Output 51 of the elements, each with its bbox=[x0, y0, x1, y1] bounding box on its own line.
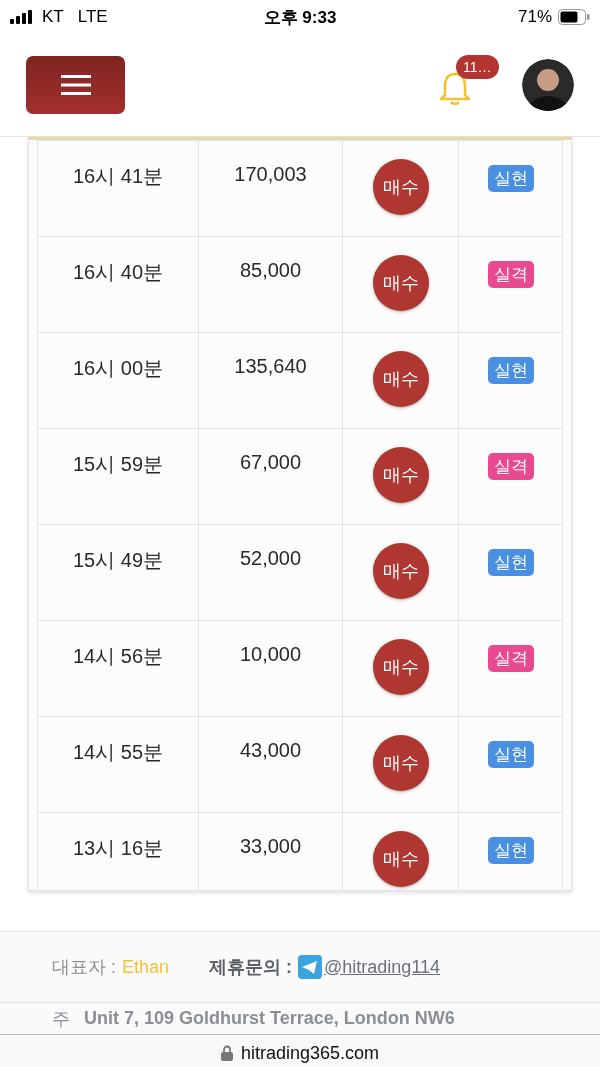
time-cell-text: 13시 16분 bbox=[72, 836, 164, 861]
bell-icon[interactable] bbox=[438, 71, 472, 107]
amount-cell: 43,000 bbox=[239, 739, 302, 762]
notification-badge: 11… bbox=[456, 55, 499, 79]
time-cell-text: 16시 41분 bbox=[72, 164, 164, 189]
result-tag: 실격 bbox=[487, 645, 534, 672]
lock-icon bbox=[220, 1045, 233, 1061]
result-tag: 실현 bbox=[487, 357, 534, 384]
time-cell-text: 16시 00분 bbox=[72, 356, 164, 381]
contact-link[interactable]: @hitrading114 bbox=[324, 956, 441, 978]
buy-button[interactable]: 매수 bbox=[372, 447, 429, 503]
buy-button[interactable]: 매수 bbox=[372, 351, 429, 407]
battery-icon bbox=[558, 9, 590, 25]
time-cell-text: 14시 56분 bbox=[72, 644, 164, 669]
ceo-label: 대표자 : bbox=[52, 956, 116, 979]
telegram-icon bbox=[298, 955, 323, 979]
time-cell-text: 16시 40분 bbox=[72, 260, 164, 285]
buy-button[interactable]: 매수 bbox=[372, 735, 429, 791]
result-tag: 실격 bbox=[487, 453, 534, 480]
battery-percent: 71% bbox=[517, 7, 552, 27]
network-type: LTE bbox=[77, 7, 108, 27]
amount-cell: 85,000 bbox=[239, 259, 302, 282]
buy-button[interactable]: 매수 bbox=[372, 831, 429, 887]
time-cell-text: 15시 49분 bbox=[72, 548, 164, 573]
amount-cell: 33,000 bbox=[239, 835, 302, 858]
address-label: 주 bbox=[52, 1007, 70, 1031]
ceo-name: Ethan bbox=[122, 956, 170, 978]
time-cell-text: 14시 55분 bbox=[72, 740, 164, 765]
menu-icon bbox=[60, 75, 91, 95]
amount-cell: 170,003 bbox=[234, 163, 307, 186]
time-cell-text: 15시 59분 bbox=[72, 452, 164, 477]
result-tag: 실현 bbox=[487, 837, 534, 864]
result-tag: 실현 bbox=[487, 741, 534, 768]
buy-button[interactable]: 매수 bbox=[372, 255, 429, 311]
buy-button[interactable]: 매수 bbox=[372, 159, 429, 215]
address-text: Unit 7, 109 Goldhurst Terrace, London NW6 bbox=[84, 1008, 455, 1029]
amount-cell: 52,000 bbox=[239, 547, 302, 570]
buy-button[interactable]: 매수 bbox=[372, 639, 429, 695]
result-tag: 실현 bbox=[487, 549, 534, 576]
result-tag: 실격 bbox=[487, 261, 534, 288]
contact-label: 제휴문의 : bbox=[209, 956, 293, 979]
avatar[interactable] bbox=[522, 59, 574, 111]
amount-cell: 135,640 bbox=[234, 355, 307, 378]
url-text[interactable]: hitrading365.com bbox=[240, 1042, 380, 1064]
amount-cell: 10,000 bbox=[239, 643, 302, 666]
carrier-name: KT bbox=[42, 7, 64, 27]
result-tag: 실현 bbox=[487, 165, 534, 192]
amount-cell: 67,000 bbox=[239, 451, 302, 474]
buy-button[interactable]: 매수 bbox=[372, 543, 429, 599]
menu-button[interactable] bbox=[26, 56, 125, 114]
clock-time: 오후 9:33 bbox=[263, 7, 337, 27]
